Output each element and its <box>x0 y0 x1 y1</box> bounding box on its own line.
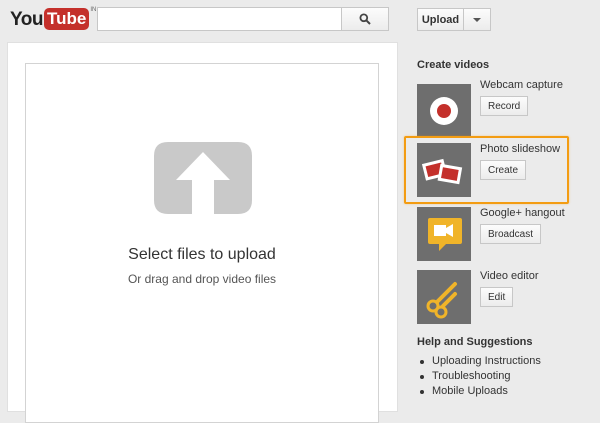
logo-you-text: You <box>10 9 43 30</box>
video-editor-title: Video editor <box>480 270 539 282</box>
search-bar <box>97 7 389 31</box>
create-item-video-editor: Video editor Edit <box>417 270 597 326</box>
hangout-thumbnail <box>417 207 471 261</box>
record-icon <box>430 97 458 125</box>
search-input[interactable] <box>98 8 342 30</box>
video-editor-thumbnail <box>417 270 471 324</box>
chevron-down-icon <box>473 17 481 22</box>
help-link-uploading-instructions[interactable]: Uploading Instructions <box>417 354 541 369</box>
upload-menu-button[interactable] <box>463 8 491 31</box>
create-item-webcam: Webcam capture Record <box>417 79 597 138</box>
photo-slideshow-highlight <box>404 136 569 204</box>
search-icon <box>359 13 371 25</box>
create-videos-header: Create videos <box>417 59 490 71</box>
scissors-icon <box>426 282 457 319</box>
help-link-troubleshooting[interactable]: Troubleshooting <box>417 369 541 384</box>
google-hangout-title: Google+ hangout <box>480 207 565 219</box>
create-item-hangout: Google+ hangout Broadcast <box>417 207 597 263</box>
help-suggestions-header: Help and Suggestions <box>417 336 533 348</box>
edit-button[interactable]: Edit <box>480 287 514 307</box>
upload-arrow-icon <box>154 142 252 214</box>
logo-country-code: IN <box>90 7 97 13</box>
help-link-mobile-uploads[interactable]: Mobile Uploads <box>417 384 541 399</box>
upload-panel: Select files to upload Or drag and drop … <box>7 42 398 423</box>
broadcast-button[interactable]: Broadcast <box>480 224 542 244</box>
youtube-logo[interactable]: You Tube IN <box>10 7 97 32</box>
file-drop-zone[interactable]: Select files to upload Or drag and drop … <box>25 63 379 423</box>
record-button[interactable]: Record <box>480 96 529 116</box>
upload-button[interactable]: Upload <box>417 8 464 31</box>
select-files-title[interactable]: Select files to upload <box>26 246 378 264</box>
help-links-list: Uploading Instructions Troubleshooting M… <box>417 354 541 399</box>
logo-tube-text: Tube <box>43 8 90 30</box>
hangout-camera-icon <box>428 218 462 251</box>
search-button[interactable] <box>341 8 388 30</box>
webcam-thumbnail <box>417 84 471 138</box>
webcam-capture-title: Webcam capture <box>480 79 563 91</box>
drag-drop-hint: Or drag and drop video files <box>127 272 277 286</box>
